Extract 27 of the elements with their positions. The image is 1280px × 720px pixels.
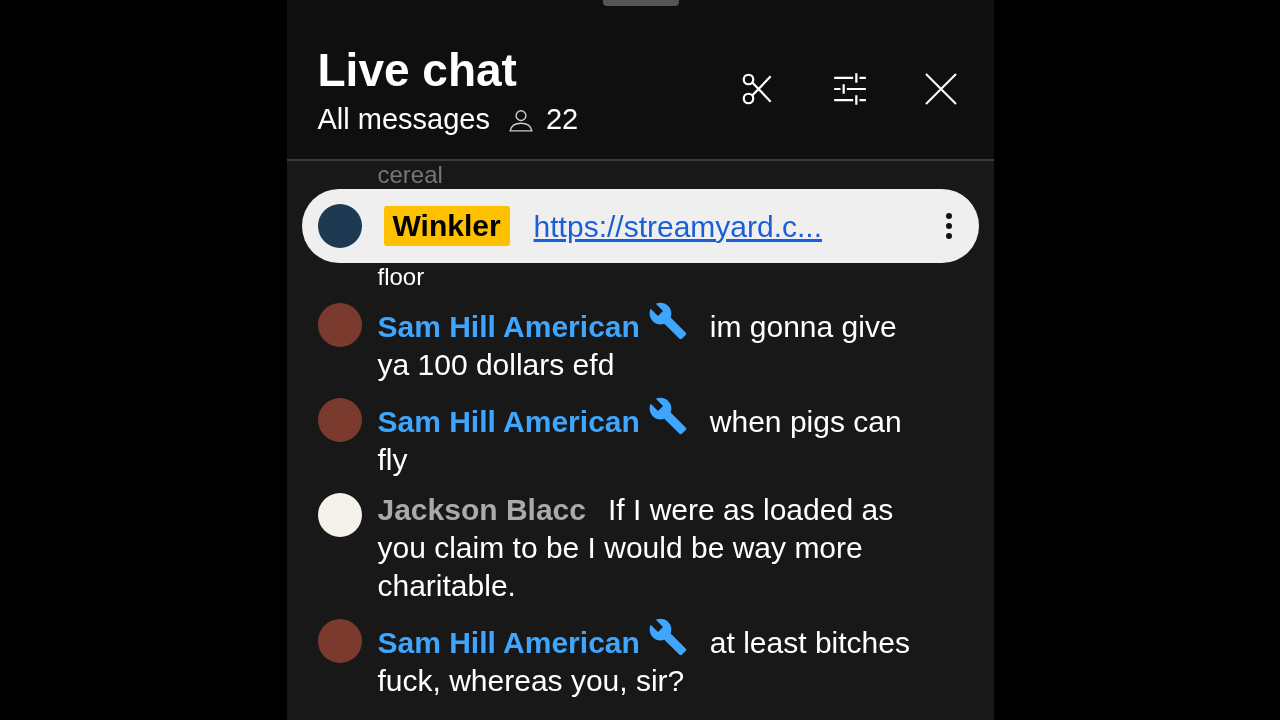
chat-message: Sam Hill American at least bitches fuck, whereas you, sir? xyxy=(377,617,918,700)
panel-title: Live chat xyxy=(317,44,518,96)
chat-message: Jackson Blacc If I were as loaded as you claim to be I would be way more charitable. xyxy=(377,492,895,604)
user-avatar xyxy=(317,303,362,347)
channel-avatar xyxy=(317,204,362,248)
chat-message: Sam Hill American when pigs can fly xyxy=(377,396,918,479)
user-avatar xyxy=(317,493,362,537)
drag-handle[interactable] xyxy=(602,0,679,6)
close-icon[interactable] xyxy=(922,71,959,107)
author-badge[interactable]: Winkler xyxy=(383,206,510,246)
author-name[interactable]: Sam Hill American xyxy=(377,405,640,438)
message-text: floor xyxy=(377,263,426,291)
viewer-count: 22 xyxy=(545,102,579,137)
author-name[interactable]: Sam Hill American xyxy=(377,626,640,659)
pinned-message-bar[interactable]: Winkler https://streamyard.c... xyxy=(301,189,979,263)
wrench-icon xyxy=(647,617,688,657)
message-text: cereal xyxy=(377,161,444,189)
more-options-icon[interactable] xyxy=(944,212,953,240)
chat-message: Sam Hill American im gonna give ya 100 dollars efd xyxy=(377,301,918,384)
filter-label[interactable]: All messages xyxy=(317,98,490,142)
wrench-icon xyxy=(647,396,688,436)
pinned-link[interactable]: https://streamyard.c... xyxy=(533,203,823,249)
author-name[interactable]: Sam Hill American xyxy=(377,310,640,343)
user-avatar xyxy=(317,619,362,663)
user-avatar xyxy=(317,398,362,442)
wrench-icon xyxy=(647,301,688,341)
author-name[interactable]: Jackson Blacc xyxy=(377,493,586,526)
